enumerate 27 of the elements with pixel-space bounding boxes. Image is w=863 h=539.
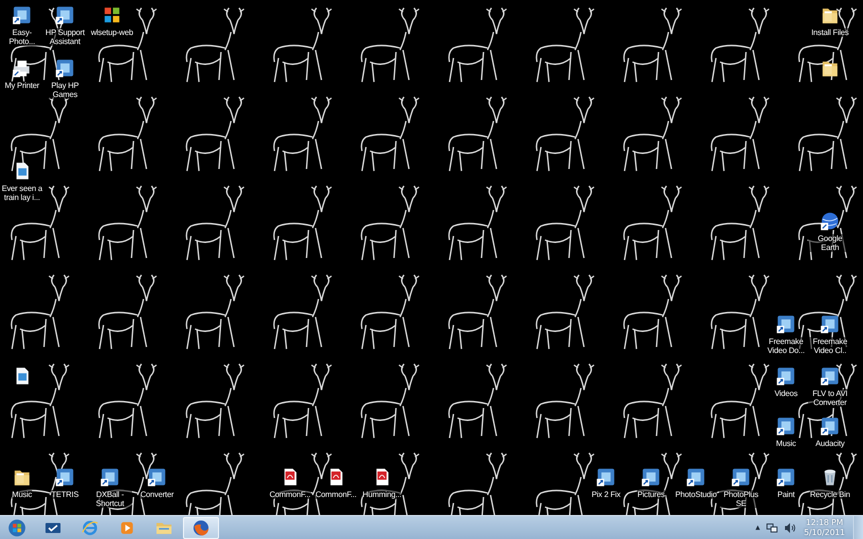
app-icon[interactable] [775, 466, 797, 488]
icon-label[interactable]: Ever seen a train lay i... [0, 184, 44, 202]
app-icon[interactable] [775, 415, 797, 437]
taskbar-button[interactable] [183, 516, 219, 538]
start-orb-icon [7, 518, 27, 538]
app-icon[interactable] [685, 466, 707, 488]
app-icon[interactable] [819, 313, 841, 335]
app-icon[interactable] [54, 57, 76, 79]
app-icon[interactable] [99, 466, 121, 488]
app-icon[interactable] [54, 466, 76, 488]
speaker-icon[interactable] [784, 522, 796, 534]
app-icon[interactable] [775, 365, 797, 387]
icon-label[interactable]: Videos [774, 389, 798, 398]
app-icon[interactable] [819, 415, 841, 437]
app-icon[interactable] [775, 313, 797, 335]
network-icon[interactable] [766, 522, 778, 534]
fox-globe-icon [191, 518, 211, 538]
app-icon[interactable] [11, 4, 33, 26]
app-icon[interactable] [595, 466, 617, 488]
app-icon[interactable] [146, 466, 168, 488]
app-icon[interactable] [54, 4, 76, 26]
globe-icon[interactable] [819, 210, 841, 232]
app-icon[interactable] [819, 365, 841, 387]
show-hidden-icons-button[interactable]: ▴ [755, 522, 760, 532]
app-icon[interactable] [730, 466, 752, 488]
icon-label[interactable]: HP Support Assistant [43, 28, 87, 46]
app-icon[interactable] [640, 466, 662, 488]
